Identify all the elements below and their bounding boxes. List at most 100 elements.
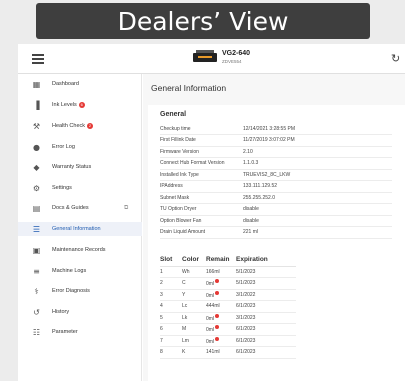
sidebar-item-error-diagnosis[interactable]: ⚕ Error Diagnosis — [18, 284, 142, 298]
info-value: 12/14/2021 3:28:55 PM — [243, 123, 392, 135]
table-row: Firmware Version 2.10 — [160, 146, 392, 158]
sidebar-item-general-information[interactable]: ☰ General Information — [18, 222, 142, 236]
sidebar-item-dashboard[interactable]: ▦ Dashboard — [18, 77, 142, 91]
table-row: Connect Hub Format Version 1.1.0.3 — [160, 157, 392, 170]
printer-model: VG2-640 — [222, 50, 251, 57]
sidebar-item-label: Maintenance Records — [52, 247, 106, 253]
sidebar-item-label: General Information — [52, 226, 101, 232]
slot-color: M — [182, 323, 206, 336]
slot-color: Y — [182, 289, 206, 301]
sidebar-item-label: Error Diagnosis — [52, 288, 90, 294]
sidebar-item-label: Dashboard — [52, 81, 79, 87]
slot-remain: 444ml — [206, 303, 220, 310]
health-check-badge: 2 — [87, 123, 94, 129]
info-value: 2.10 — [243, 146, 392, 158]
sidebar-item-label: Settings — [52, 185, 72, 191]
sidebar-item-maintenance-records[interactable]: ▣ Maintenance Records — [18, 243, 142, 257]
diagnosis-icon: ⚕ — [34, 286, 39, 296]
sidebar-item-warranty-status[interactable]: ◆ Warranty Status — [18, 160, 142, 174]
banner-title: Dealers’ View — [117, 6, 289, 36]
bar-chart-icon: ▐ — [33, 100, 40, 110]
sidebar-item-label: Docs & Guides — [52, 205, 89, 211]
sidebar-item-label: Machine Logs — [52, 268, 87, 274]
slot-color: Lk — [182, 312, 206, 324]
sidebar-item-docs-guides[interactable]: ▤ Docs & Guides ⧉ — [18, 201, 142, 215]
sidebar-item-history[interactable]: ↺ History — [18, 305, 142, 319]
sidebar-item-ink-levels[interactable]: ▐ Ink Levels 6 — [18, 98, 142, 112]
main-content: General Information General Checkup time… — [143, 74, 405, 381]
info-value: disable — [243, 203, 392, 216]
records-icon: ▣ — [32, 245, 41, 255]
info-key: Subnet Mask — [160, 192, 243, 204]
table-row: First Fillink Date 11/27/2019 3:07:02 PM — [160, 134, 392, 147]
sidebar-item-label: Error Log — [52, 144, 75, 150]
slot-color: K — [182, 346, 206, 359]
logs-icon: ≡ — [33, 266, 40, 276]
slot-number: 7 — [160, 335, 182, 347]
table-row: 7 Lm 0ml 6/1/2023 — [160, 335, 296, 347]
slot-color: Lc — [182, 300, 206, 313]
sidebar-item-label: History — [52, 309, 70, 315]
info-value: disable — [243, 215, 392, 227]
info-value: 1.1.0.3 — [243, 157, 392, 170]
sidebar-item-label: Parameter — [52, 329, 78, 335]
title-banner: Dealers’ View — [36, 3, 370, 39]
slot-expiration: 5/1/2023 — [236, 277, 296, 290]
slot-number: 8 — [160, 346, 182, 359]
sidebar-item-label: Ink Levels — [52, 102, 77, 108]
warning-dot-icon — [215, 279, 220, 284]
sidebar-item-settings[interactable]: ⚙ Settings — [18, 181, 142, 195]
info-value: 221 ml — [243, 226, 392, 239]
slot-expiration: 3/1/2023 — [236, 312, 296, 324]
sidebar-item-parameter[interactable]: ☷ Parameter — [18, 325, 142, 339]
slot-number: 6 — [160, 323, 182, 336]
info-value: 133.111.129.52 — [243, 180, 392, 193]
info-key: Firmware Version — [160, 146, 243, 158]
sidebar-item-health-check[interactable]: ⚒ Health Check 2 — [18, 119, 142, 133]
slot-number: 3 — [160, 289, 182, 301]
slot-remain: 0ml — [206, 281, 215, 288]
slot-remain: 141ml — [206, 349, 220, 356]
warning-dot-icon — [215, 313, 220, 318]
table-row: IPAddress 133.111.129.52 — [160, 180, 392, 193]
table-row: Checkup time 12/14/2021 3:28:55 PM — [160, 123, 392, 135]
info-key: IPAddress — [160, 180, 243, 193]
sidebar-item-error-log[interactable]: ● Error Log — [18, 140, 142, 154]
refresh-icon[interactable]: ↻ — [391, 52, 400, 65]
history-icon: ↺ — [33, 307, 40, 317]
info-value: 11/27/2019 3:07:02 PM — [243, 134, 392, 147]
table-row: 2 C 0ml 5/1/2023 — [160, 277, 296, 290]
slot-color: Lm — [182, 335, 206, 347]
sidebar-item-machine-logs[interactable]: ≡ Machine Logs — [18, 264, 142, 278]
info-key: Installed Ink Type — [160, 169, 243, 181]
printer-serial: ZDVE554 — [222, 59, 242, 64]
table-header-row: Slot Color Remain Expiration — [160, 253, 296, 267]
column-header: Slot — [160, 253, 182, 267]
printer-icon — [193, 50, 217, 63]
slot-expiration: 6/1/2023 — [236, 300, 296, 313]
table-row: Subnet Mask 255.255.252.0 — [160, 192, 392, 204]
page-title: General Information — [151, 83, 227, 93]
table-row: 6 M 0ml 6/1/2023 — [160, 323, 296, 336]
table-row: 5 Lk 0ml 3/1/2023 — [160, 312, 296, 324]
ink-levels-badge: 6 — [78, 102, 85, 108]
alert-icon: ● — [33, 142, 40, 152]
sidebar-item-label: Warranty Status — [52, 164, 92, 170]
list-icon: ☰ — [32, 224, 41, 234]
warning-dot-icon — [215, 290, 220, 295]
external-link-icon: ⧉ — [124, 204, 129, 211]
column-header: Color — [182, 253, 206, 267]
hamburger-icon[interactable] — [32, 54, 44, 64]
table-row: Option Blower Fan disable — [160, 215, 392, 227]
info-key: Connect Hub Format Version — [160, 157, 243, 170]
info-key: TU Option Dryer — [160, 203, 243, 216]
book-icon: ▤ — [32, 203, 41, 213]
table-row: Drain Liquid Amount 221 ml — [160, 226, 392, 239]
info-value: TRUEVIS2_8C_LKW — [243, 169, 392, 181]
section-title: General — [160, 111, 187, 118]
slot-number: 1 — [160, 266, 182, 278]
slot-remain: 0ml — [206, 327, 215, 334]
warning-dot-icon — [215, 336, 220, 341]
dashboard-icon: ▦ — [32, 79, 41, 89]
column-header: Expiration — [236, 253, 296, 267]
